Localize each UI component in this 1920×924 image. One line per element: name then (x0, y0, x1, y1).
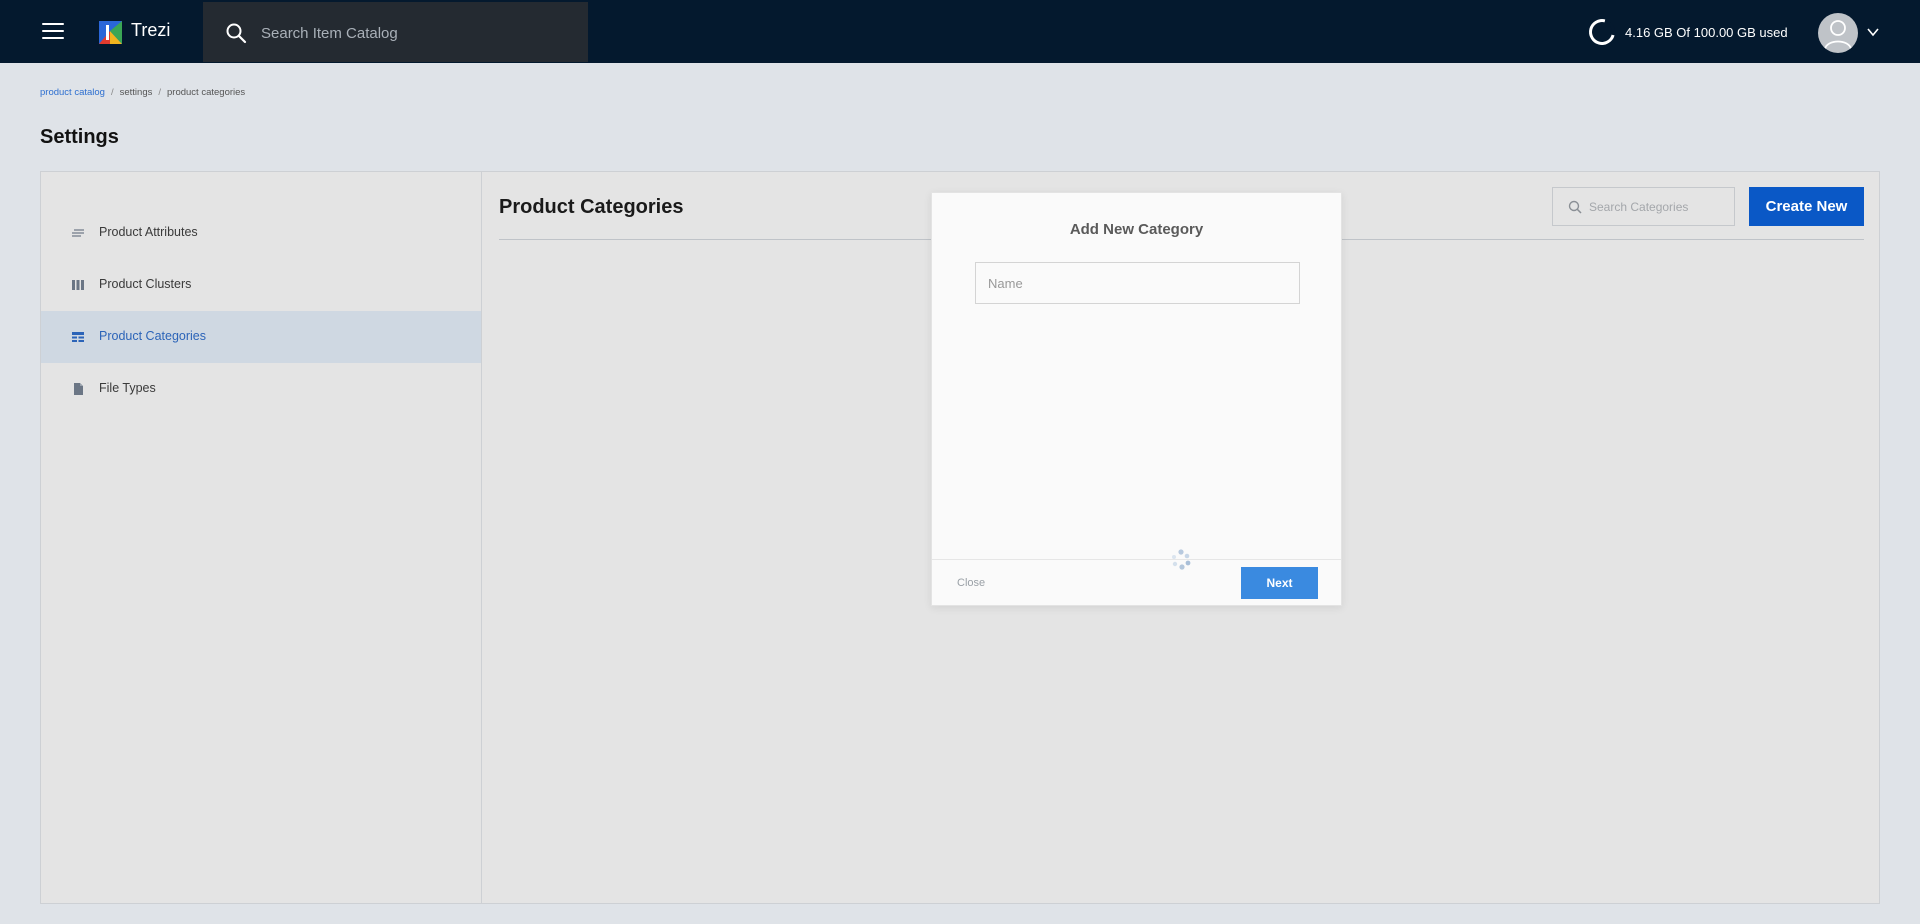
create-new-button[interactable]: Create New (1749, 187, 1864, 226)
sidebar-item-label: Product Clusters (99, 277, 192, 291)
search-icon (226, 23, 247, 44)
trezi-logo[interactable] (99, 21, 122, 44)
sidebar-item-file-types[interactable]: File Types (41, 363, 481, 415)
category-search-input[interactable] (1589, 197, 1729, 217)
divider (932, 559, 1341, 560)
menu-icon[interactable] (42, 23, 64, 39)
category-name-input[interactable] (975, 262, 1300, 304)
chevron-down-icon[interactable] (1866, 25, 1880, 39)
add-category-dialog: Add New Category Close Next (931, 192, 1342, 606)
sidebar-item-label: File Types (99, 381, 156, 395)
breadcrumb: product catalog / settings / product cat… (40, 87, 245, 98)
next-button[interactable]: Next (1241, 567, 1318, 599)
catalog-search (203, 2, 588, 62)
avatar-icon[interactable] (1818, 13, 1858, 53)
sidebar-item-label: Product Categories (99, 329, 207, 343)
sidebar-item-product-categories[interactable]: Product Categories (41, 311, 481, 363)
breadcrumb-product-catalog[interactable]: product catalog (40, 87, 105, 98)
breadcrumb-product-categories: product categories (167, 87, 246, 98)
settings-sidebar: Product Attributes Product Clusters Prod… (41, 172, 482, 903)
storage-usage: 4.16 GB Of 100.00 GB used (1584, 14, 1788, 50)
sidebar-item-label: Product Attributes (99, 225, 198, 239)
content-title: Product Categories (499, 196, 684, 218)
clusters-icon (72, 280, 84, 290)
storage-ring-icon (1584, 14, 1620, 50)
breadcrumb-separator: / (158, 87, 161, 98)
brand-name[interactable]: Trezi (131, 20, 170, 41)
loading-spinner-icon (1172, 549, 1191, 570)
page-title: Settings (40, 126, 119, 148)
attributes-icon (72, 229, 84, 237)
breadcrumb-settings[interactable]: settings (120, 87, 153, 98)
close-button[interactable]: Close (957, 577, 985, 589)
dialog-title: Add New Category (1069, 221, 1204, 238)
categories-icon (72, 332, 84, 342)
breadcrumb-separator: / (110, 87, 114, 98)
file-icon (74, 383, 83, 395)
storage-usage-text: 4.16 GB Of 100.00 GB used (1625, 24, 1788, 40)
top-navigation-bar: Trezi 4.16 GB Of 100.00 GB used (0, 0, 1920, 63)
search-icon (1568, 200, 1582, 214)
catalog-search-input[interactable] (261, 20, 561, 46)
sidebar-item-product-attributes[interactable]: Product Attributes (41, 207, 481, 259)
category-search (1552, 187, 1735, 226)
sidebar-item-product-clusters[interactable]: Product Clusters (41, 259, 481, 311)
